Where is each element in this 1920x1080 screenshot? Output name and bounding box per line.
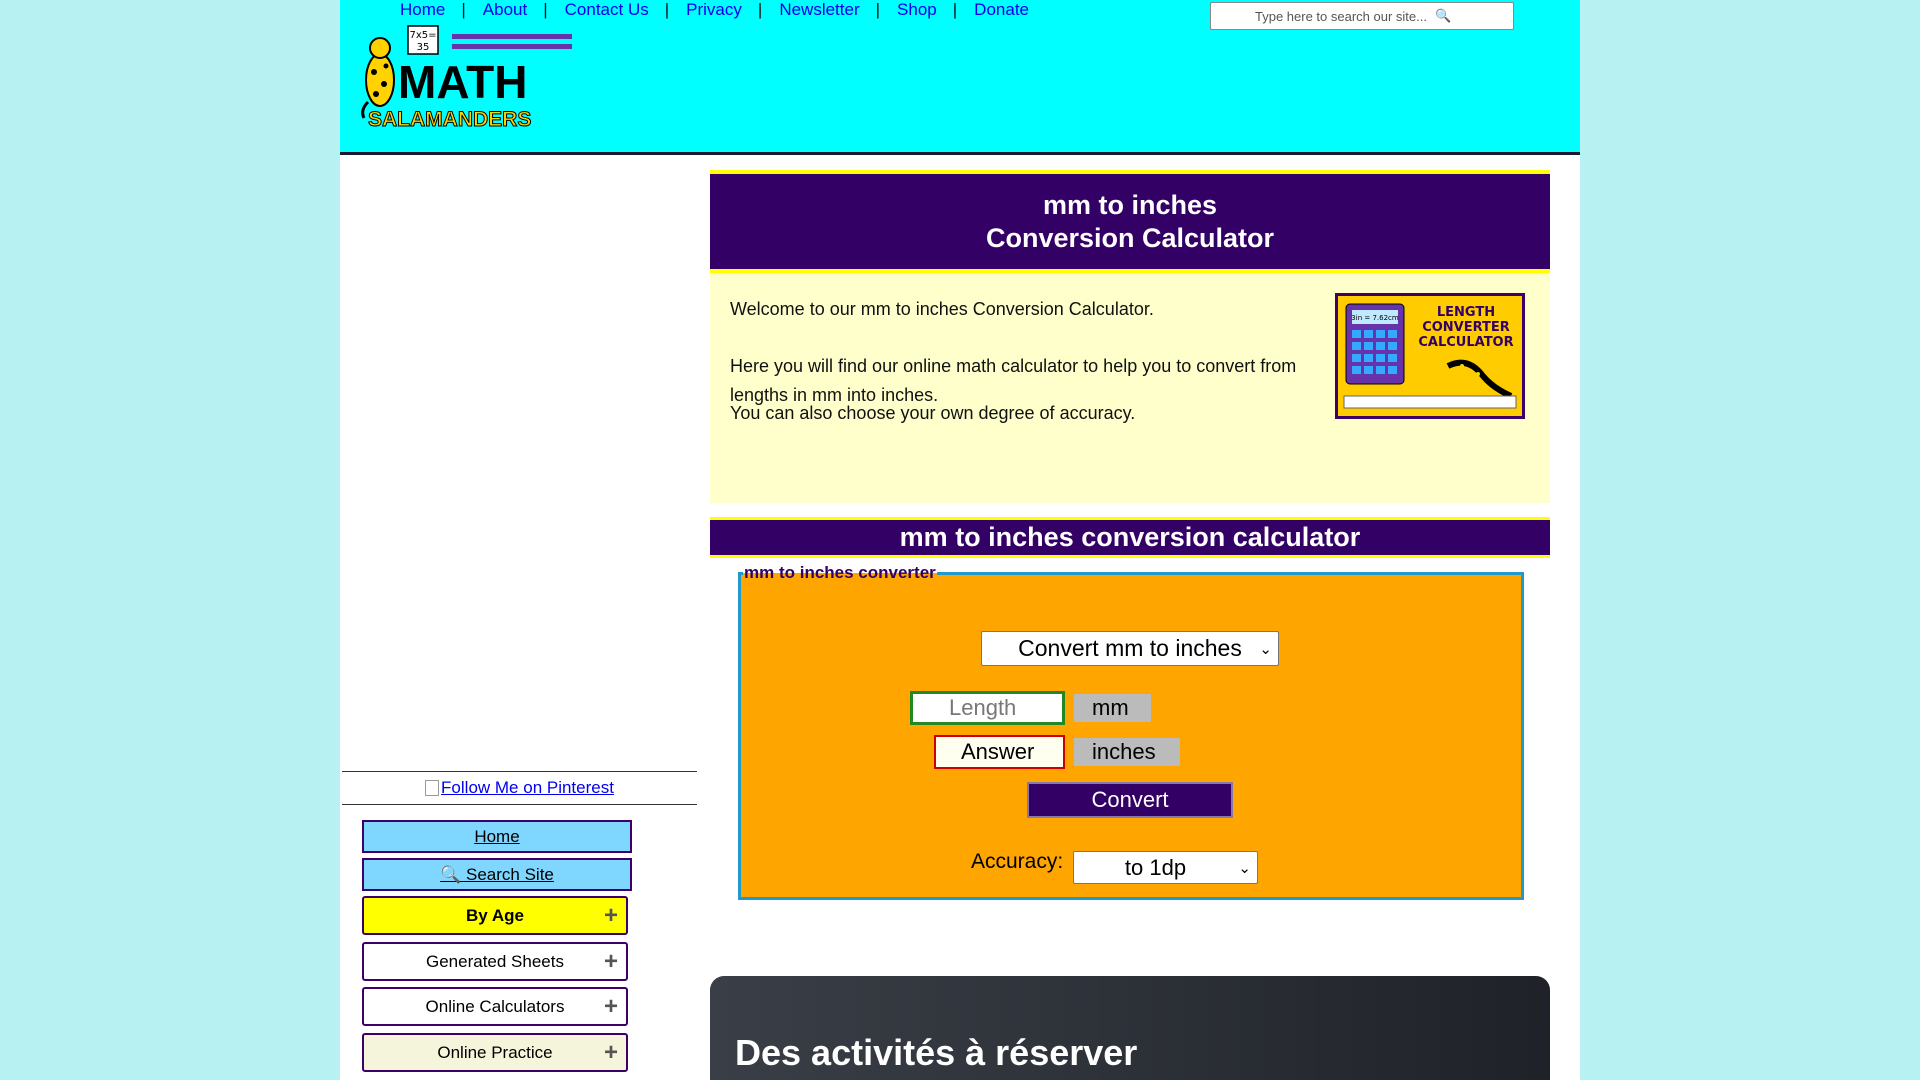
expand-plus-icon[interactable]: + (604, 902, 618, 930)
nav-separator: | (875, 0, 881, 19)
page-title-line2: Conversion Calculator (985, 222, 1275, 253)
sidebar-home-button[interactable]: Home (362, 820, 632, 853)
intro-paragraph: Welcome to our mm to inches Conversion C… (730, 299, 1154, 319)
answer-output[interactable]: Answer (934, 735, 1065, 769)
converter-form: mm to inches converter Convert mm to inc… (738, 563, 1524, 900)
answer-placeholder: Answer (961, 739, 1035, 764)
conversion-mode-select[interactable]: Convert mm to inches ⌄ (981, 631, 1279, 666)
sidebar-home-label: Home (474, 826, 520, 846)
math-salamanders-logo: 7x5= 35 MATH SALAMANDERS (361, 25, 572, 132)
page-title: mm to inches Conversion Calculator (710, 170, 1550, 273)
svg-text:CONVERTER: CONVERTER (1422, 320, 1510, 335)
accuracy-select[interactable]: to 1dp ⌄ (1073, 851, 1258, 884)
chevron-down-icon: ⌄ (1259, 640, 1272, 658)
conversion-mode-value: Convert mm to inches (1018, 635, 1242, 661)
svg-text:SALAMANDERS: SALAMANDERS (368, 108, 531, 131)
expand-plus-icon[interactable]: + (604, 948, 618, 976)
intro-section: Welcome to our mm to inches Conversion C… (710, 273, 1550, 503)
page: Home | About | Contact Us | Privacy | Ne… (340, 0, 1580, 1080)
convert-button[interactable]: Convert (1027, 782, 1233, 818)
nav-contact-link[interactable]: Contact Us (565, 0, 649, 20)
section-title: mm to inches conversion calculator (710, 517, 1550, 558)
nav-privacy-link[interactable]: Privacy (686, 0, 742, 20)
accuracy-value: to 1dp (1124, 854, 1187, 880)
sidebar-search-label: 🔍 Search Site (440, 864, 554, 884)
expand-plus-icon[interactable]: + (604, 993, 618, 1021)
svg-text:3in = 7.62cm: 3in = 7.62cm (1351, 314, 1399, 322)
top-nav: Home | About | Contact Us | Privacy | Ne… (400, 0, 1029, 20)
magnifier-icon[interactable]: 🔍 (1435, 8, 1451, 24)
menu-generated-sheets-label: Generated Sheets (426, 951, 564, 971)
nav-newsletter-link[interactable]: Newsletter (779, 0, 859, 20)
nav-home-link[interactable]: Home (400, 0, 445, 20)
nav-separator: | (461, 0, 466, 19)
broken-image-icon (425, 780, 440, 796)
nav-separator: | (757, 0, 763, 19)
menu-online-calculators[interactable]: Online Calculators + (362, 987, 628, 1026)
intro-paragraph: You can also choose your own degree of a… (730, 403, 1136, 423)
nav-about-link[interactable]: About (483, 0, 527, 20)
site-header: Home | About | Contact Us | Privacy | Ne… (340, 0, 1580, 155)
nav-donate-link[interactable]: Donate (974, 0, 1029, 20)
menu-by-age[interactable]: By Age + (362, 896, 628, 935)
ad-headline: Des activités à réserver (735, 1032, 1138, 1073)
length-placeholder: Length (949, 695, 1017, 720)
sidebar-ad-space (340, 160, 697, 770)
nav-shop-link[interactable]: Shop (897, 0, 937, 20)
menu-online-calculators-label: Online Calculators (425, 996, 565, 1016)
pinterest-label: Follow Me on Pinterest (441, 778, 614, 797)
nav-separator: | (664, 0, 670, 19)
menu-online-practice-label: Online Practice (437, 1042, 553, 1062)
pinterest-link[interactable]: Follow Me on Pinterest (425, 778, 614, 798)
convert-label: Convert (1091, 787, 1169, 812)
length-converter-image: 3in = 7.62cm LENGTH CONVERTER CALCULATOR (1335, 293, 1525, 419)
svg-text:CALCULATOR: CALCULATOR (1418, 335, 1513, 350)
converter-legend: mm to inches converter (743, 563, 937, 583)
svg-text:35: 35 (417, 42, 430, 53)
ad-banner[interactable]: Des activités à réserver (710, 976, 1550, 1080)
search-placeholder: Type here to search our site... (1255, 8, 1427, 24)
nav-separator: | (543, 0, 548, 19)
page-title-line1: mm to inches (1042, 189, 1218, 220)
length-unit-label: mm (1074, 694, 1151, 722)
menu-by-age-label: By Age (466, 905, 524, 925)
sidebar-search-button[interactable]: 🔍 Search Site (362, 858, 632, 891)
answer-unit-label: inches (1074, 738, 1180, 766)
site-logo[interactable]: 7x5= 35 MATH SALAMANDERS (358, 22, 578, 134)
pinterest-follow: Follow Me on Pinterest (342, 771, 697, 805)
site-search-input[interactable]: Type here to search our site... 🔍 (1210, 2, 1514, 30)
accuracy-label: Accuracy: (971, 850, 1064, 873)
expand-plus-icon[interactable]: + (604, 1039, 618, 1067)
nav-separator: | (952, 0, 958, 19)
svg-text:MATH: MATH (398, 56, 527, 108)
menu-online-practice[interactable]: Online Practice + (362, 1033, 628, 1072)
chevron-down-icon: ⌄ (1238, 859, 1251, 877)
length-input[interactable]: Length (910, 691, 1065, 725)
svg-text:LENGTH: LENGTH (1437, 305, 1495, 320)
menu-generated-sheets[interactable]: Generated Sheets + (362, 942, 628, 981)
svg-text:7x5=: 7x5= (409, 30, 436, 41)
